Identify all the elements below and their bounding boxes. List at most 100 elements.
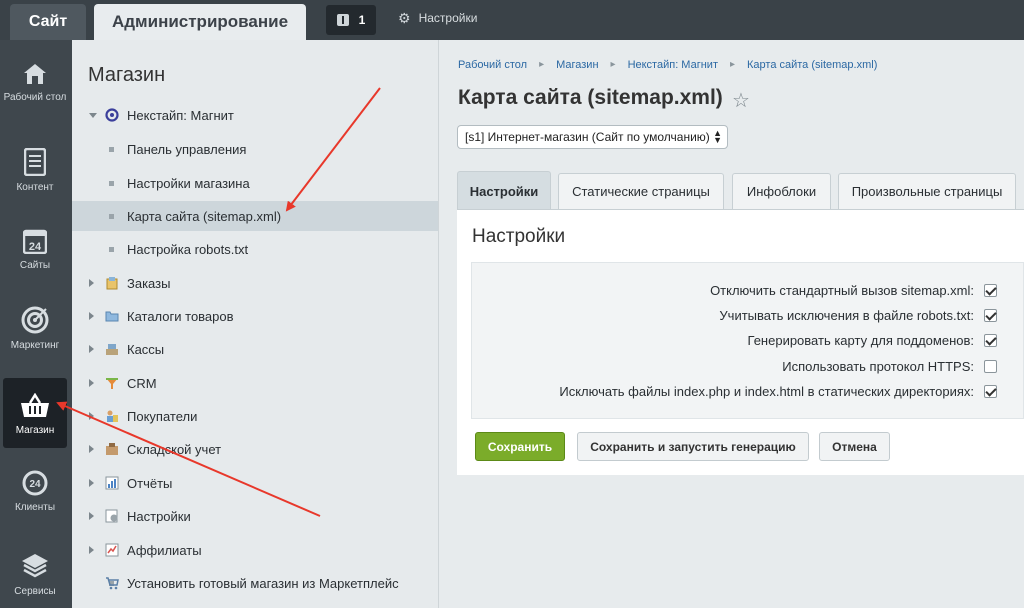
tab-site[interactable]: Сайт bbox=[10, 4, 86, 40]
menu-item-label: Настройки магазина bbox=[127, 175, 250, 191]
menu-item-label: Покупатели bbox=[127, 408, 198, 424]
option-label: Учитывать исключения в файле robots.txt: bbox=[719, 307, 974, 323]
expand-arrow-icon[interactable] bbox=[89, 445, 94, 453]
menu-item-warehouse[interactable]: Складской учет bbox=[72, 434, 438, 464]
menu-item-label: Некстайп: Магнит bbox=[127, 107, 234, 123]
orders-icon bbox=[106, 277, 118, 290]
rail-item-desktop[interactable]: Рабочий стол bbox=[3, 62, 67, 122]
notifications-button[interactable]: 1 bbox=[326, 5, 376, 35]
expand-arrow-icon[interactable] bbox=[89, 112, 97, 118]
rail-item-label: Клиенты bbox=[14, 502, 56, 513]
rail-item-label: Контент bbox=[16, 182, 54, 193]
cancel-button[interactable]: Отмена bbox=[819, 432, 890, 461]
menu-item-orders[interactable]: Заказы bbox=[72, 268, 438, 298]
checkbox-https[interactable] bbox=[984, 359, 997, 373]
menu-item-catalogs[interactable]: Каталоги товаров bbox=[72, 301, 438, 331]
breadcrumb-link[interactable]: Магазин bbox=[556, 59, 598, 71]
target-circle-icon bbox=[105, 108, 119, 122]
menu-item-label: Аффилиаты bbox=[127, 542, 202, 558]
menu-item-crm[interactable]: CRM bbox=[72, 368, 438, 398]
select-arrows-icon: ▲ ▼ bbox=[713, 128, 722, 145]
main-nav-rail: Рабочий стол Контент 24 Сайты Маркетинг bbox=[0, 40, 72, 608]
option-label: Генерировать карту для поддоменов: bbox=[747, 332, 974, 348]
document-icon bbox=[24, 148, 46, 176]
menu-item-robots[interactable]: Настройка robots.txt bbox=[72, 234, 438, 264]
rail-item-label: Рабочий стол bbox=[3, 92, 67, 103]
settings-label: Настройки bbox=[418, 11, 478, 25]
warehouse-icon bbox=[106, 443, 118, 455]
bullet-icon bbox=[109, 180, 114, 186]
menu-item-nextype-magnet[interactable]: Некстайп: Магнит bbox=[72, 100, 438, 130]
cart-icon bbox=[106, 577, 119, 590]
submenu-title: Магазин bbox=[88, 64, 166, 86]
breadcrumb-link[interactable]: Рабочий стол bbox=[458, 59, 527, 71]
expand-arrow-icon[interactable] bbox=[89, 279, 94, 287]
tab-infoblocks[interactable]: Инфоблоки bbox=[732, 173, 831, 209]
save-button[interactable]: Сохранить bbox=[475, 432, 565, 461]
menu-item-control-panel[interactable]: Панель управления bbox=[72, 134, 438, 164]
customers-icon bbox=[107, 410, 118, 422]
option-label: Использовать протокол HTTPS: bbox=[782, 358, 974, 374]
tab-settings[interactable]: Настройки bbox=[457, 171, 551, 210]
menu-item-label: Настройки bbox=[127, 508, 191, 524]
menu-item-customers[interactable]: Покупатели bbox=[72, 401, 438, 431]
menu-item-affiliates[interactable]: Аффилиаты bbox=[72, 535, 438, 565]
menu-item-label: Заказы bbox=[127, 275, 171, 291]
rail-item-clients[interactable]: 24 Клиенты bbox=[3, 470, 67, 520]
save-and-generate-button[interactable]: Сохранить и запустить генерацию bbox=[577, 432, 809, 461]
rail-item-sites[interactable]: 24 Сайты bbox=[3, 228, 67, 274]
expand-arrow-icon[interactable] bbox=[89, 546, 94, 554]
expand-arrow-icon[interactable] bbox=[89, 312, 94, 320]
rail-item-content[interactable]: Контент bbox=[3, 148, 67, 198]
checkbox-robots-exclusions[interactable] bbox=[984, 308, 997, 322]
funnel-icon bbox=[106, 378, 118, 389]
tab-custom-pages[interactable]: Произвольные страницы bbox=[838, 173, 1016, 209]
favorite-star-icon[interactable]: ☆ bbox=[732, 88, 750, 113]
menu-item-sitemap[interactable]: Карта сайта (sitemap.xml) bbox=[72, 201, 438, 231]
chevron-right-icon: ▸ bbox=[610, 59, 616, 70]
expand-arrow-icon[interactable] bbox=[89, 512, 94, 520]
tab-static-pages[interactable]: Статические страницы bbox=[558, 173, 724, 209]
menu-item-settings[interactable]: Настройки bbox=[72, 501, 438, 531]
home-icon bbox=[24, 64, 46, 84]
svg-text:24: 24 bbox=[29, 241, 42, 253]
menu-item-label: Настройка robots.txt bbox=[127, 241, 249, 257]
notification-icon bbox=[336, 14, 349, 26]
breadcrumb: Рабочий стол ▸ Магазин ▸ Некстайп: Магни… bbox=[458, 59, 877, 71]
checkbox-disable-sitemap[interactable] bbox=[984, 283, 997, 297]
checkbox-subdomains[interactable] bbox=[984, 333, 997, 347]
menu-item-label: Панель управления bbox=[127, 141, 247, 157]
menu-item-cash-registers[interactable]: Кассы bbox=[72, 334, 438, 364]
bullet-icon bbox=[109, 246, 114, 252]
menu-item-label: Кассы bbox=[127, 341, 165, 357]
tab-administration[interactable]: Администрирование bbox=[94, 4, 306, 40]
svg-text:24: 24 bbox=[29, 479, 41, 490]
settings-link[interactable]: ⚙ Настройки bbox=[398, 11, 477, 25]
option-robots-exclusions: Учитывать исключения в файле robots.txt: bbox=[719, 306, 997, 324]
menu-item-shop-settings[interactable]: Настройки магазина bbox=[72, 168, 438, 198]
breadcrumb-link[interactable]: Карта сайта (sitemap.xml) bbox=[747, 59, 877, 71]
panel-title: Настройки bbox=[472, 226, 566, 247]
bullet-icon bbox=[109, 146, 114, 152]
option-exclude-index: Исключать файлы index.php и index.html в… bbox=[559, 382, 997, 400]
options-box: Отключить стандартный вызов sitemap.xml:… bbox=[471, 262, 1024, 419]
expand-arrow-icon[interactable] bbox=[89, 412, 94, 420]
gear-icon: ⚙ bbox=[398, 10, 411, 26]
rail-item-shop[interactable]: Магазин bbox=[3, 378, 67, 448]
menu-item-label: Складской учет bbox=[127, 441, 222, 457]
breadcrumb-link[interactable]: Некстайп: Магнит bbox=[628, 59, 718, 71]
top-bar: Сайт Администрирование 1 ⚙ Настройки bbox=[0, 0, 1024, 40]
menu-item-label: Карта сайта (sitemap.xml) bbox=[127, 208, 282, 224]
rail-item-services[interactable]: Сервисы bbox=[3, 552, 67, 602]
expand-arrow-icon[interactable] bbox=[89, 379, 94, 387]
layers-icon bbox=[22, 554, 48, 578]
menu-item-label: Установить готовый магазин из Маркетплей… bbox=[127, 575, 399, 591]
rail-item-marketing[interactable]: Маркетинг bbox=[3, 306, 67, 356]
site-select[interactable]: [s1] Интернет-магазин (Сайт по умолчанию… bbox=[457, 125, 728, 149]
expand-arrow-icon[interactable] bbox=[89, 479, 94, 487]
menu-item-marketplace[interactable]: Установить готовый магазин из Маркетплей… bbox=[72, 568, 438, 598]
option-label: Отключить стандартный вызов sitemap.xml: bbox=[710, 282, 974, 298]
expand-arrow-icon[interactable] bbox=[89, 345, 94, 353]
menu-item-reports[interactable]: Отчёты bbox=[72, 468, 438, 498]
checkbox-exclude-index[interactable] bbox=[984, 384, 997, 398]
